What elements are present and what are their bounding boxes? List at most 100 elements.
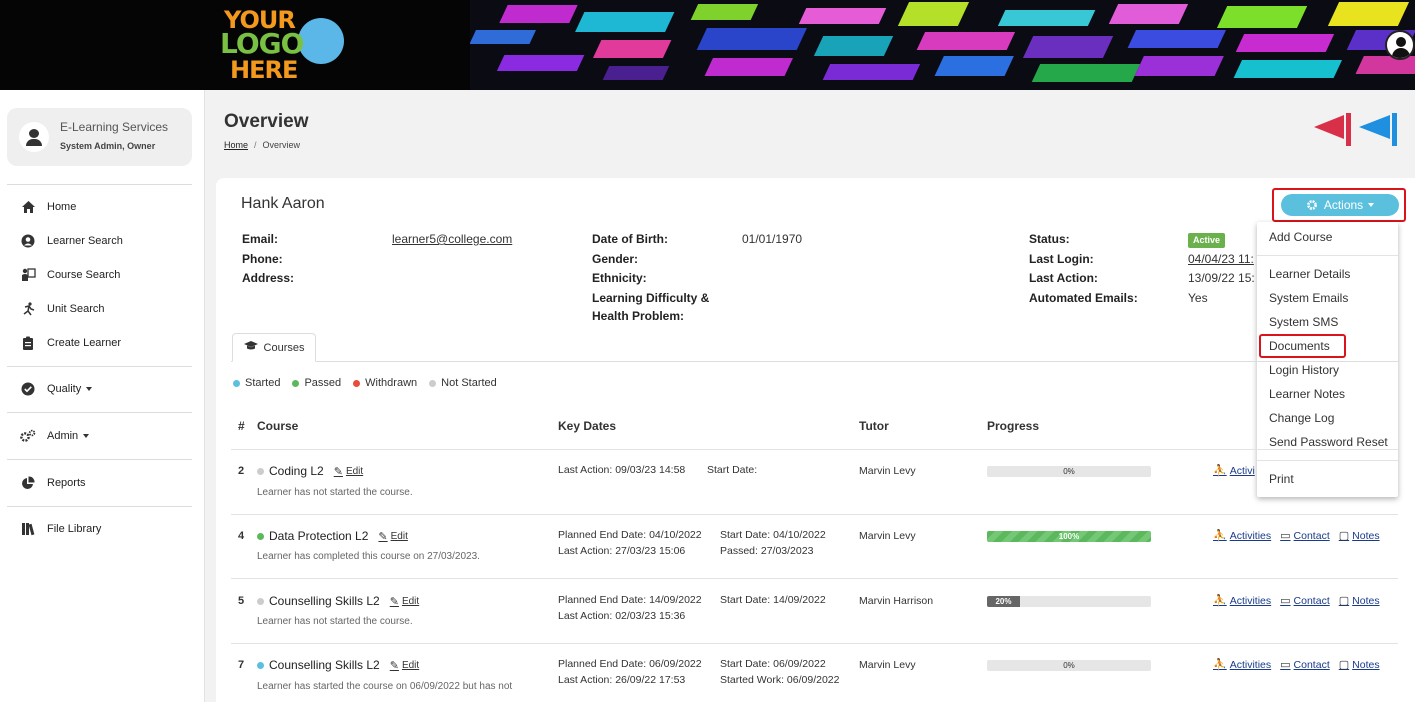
contact-link[interactable]: ▭ Contact [1280,658,1330,672]
sidebar-item-file-library[interactable]: File Library [20,519,101,539]
column-header-tutor: Tutor [859,419,889,433]
sidebar-item-unit-search[interactable]: Unit Search [20,299,104,319]
user-card[interactable]: E-Learning Services System Admin, Owner [7,108,192,166]
menu-item-learner-notes[interactable]: Learner Notes [1269,387,1345,401]
sidebar-item-quality[interactable]: Quality [20,379,93,399]
menu-item-login-history[interactable]: Login History [1269,363,1339,377]
activities-link[interactable]: ⛹ Activities [1213,658,1272,672]
menu-item-system-emails[interactable]: System Emails [1269,291,1348,305]
sidebar-item-create-learner[interactable]: Create Learner [20,333,121,353]
pencil-icon: ✎ [378,530,388,543]
edit-course-button[interactable]: ✎ Edit [378,530,407,543]
menu-item-send-password-reset[interactable]: Send Password Reset [1269,435,1388,449]
activities-link[interactable]: ⛹ Activi [1213,464,1255,478]
row-number: 4 [238,530,245,542]
key-date: Start Date: [707,464,758,476]
sidebar-divider [7,184,192,185]
menu-item-learner-details[interactable]: Learner Details [1269,267,1350,281]
pencil-icon: ✎ [333,465,343,478]
sidebar-item-label: Course Search [47,269,121,281]
contact-link[interactable]: ▭ Contact [1280,594,1330,608]
sidebar: E-Learning Services System Admin, Owner … [0,90,205,702]
tutor-name: Marvin Levy [859,659,916,671]
sidebar-collapse-arrows-icon[interactable] [1312,110,1402,150]
actions-label: Actions [1323,198,1364,212]
last-login-label: Last Login: [1029,251,1094,266]
sidebar-divider [7,506,192,507]
course-title-cell: Data Protection L2 ✎ Edit [257,529,408,543]
edit-label: Edit [345,465,364,477]
learner-name: Hank Aaron [241,195,325,212]
user-avatar-icon[interactable] [1385,30,1415,60]
edit-label: Edit [401,659,420,671]
key-date: Started Work: 06/09/2022 [720,673,840,686]
email-link[interactable]: learner5@college.com [392,232,512,246]
edit-label: Edit [401,595,420,607]
learner-labels-col3: Status: Last Login: Last Action: Automat… [1029,230,1138,308]
chat-icon: ▭ [1280,659,1291,671]
activities-link[interactable]: ⛹ Activities [1213,529,1271,543]
tab-courses[interactable]: Courses [232,333,316,362]
learner-values-col1: learner5@college.com [392,230,512,250]
automated-emails-label: Automated Emails: [1029,290,1138,305]
menu-item-print[interactable]: Print [1269,472,1294,486]
course-title-cell: Counselling Skills L2 ✎ Edit [257,594,419,608]
tutor-name: Marvin Harrison [859,595,934,607]
gender-label: Gender: [592,251,639,266]
sidebar-item-home[interactable]: Home [20,197,76,217]
dob-label: Date of Birth: [592,232,668,246]
logo[interactable]: YOUR LOGO HERE [218,6,358,84]
activities-label: Activities [1229,658,1272,671]
gear-icon [1306,199,1318,211]
notes-link[interactable]: ▢ Notes [1339,658,1380,672]
contact-link[interactable]: ▭ Contact [1280,529,1330,543]
notes-link[interactable]: ▢ Notes [1339,594,1380,608]
key-dates-col2: Start Date: [707,463,757,479]
key-dates-col2: Start Date: 14/09/2022 [720,593,826,609]
running-icon: ⛹ [1213,659,1227,671]
running-icon: ⛹ [1213,465,1227,477]
course-status-dot [257,532,264,540]
edit-course-button[interactable]: ✎ Edit [390,659,419,672]
sidebar-divider [7,412,192,413]
menu-divider [1257,255,1398,256]
logo-circle [298,18,344,64]
menu-item-system-sms[interactable]: System SMS [1269,315,1338,329]
user-icon [19,122,49,152]
sidebar-item-admin[interactable]: Admin [20,426,90,446]
sidebar-item-learner-search[interactable]: Learner Search [20,231,123,251]
activities-link[interactable]: ⛹ Activities [1213,594,1271,608]
sidebar-item-label: Admin [47,430,79,442]
pie-chart-icon [20,475,36,491]
legend-dot [429,379,437,387]
progress-bar: 0% [987,660,1151,671]
key-date: Last Action: 02/03/23 15:36 [558,609,686,622]
user-circle-icon [20,233,36,249]
course-status-dot [257,661,264,669]
menu-item-add-course[interactable]: Add Course [1269,230,1332,244]
chevron-down-icon [86,387,93,391]
course-title-cell: Coding L2 ✎ Edit [257,464,363,478]
menu-item-change-log[interactable]: Change Log [1269,411,1334,425]
sidebar-item-label: Quality [47,383,82,395]
progress-bar: 100% [987,531,1151,542]
address-label: Address: [242,271,295,285]
tutor-name: Marvin Levy [859,530,916,542]
actions-button[interactable]: Actions [1281,194,1399,216]
key-date: Passed: 27/03/2023 [720,544,814,557]
last-login-link[interactable]: 04/04/23 11: [1188,252,1254,266]
sidebar-item-reports[interactable]: Reports [20,473,86,493]
sidebar-item-label: Reports [47,477,86,489]
logo-word-3: HERE [230,56,298,84]
edit-course-button[interactable]: ✎ Edit [334,465,363,478]
notes-link[interactable]: ▢ Notes [1339,529,1380,543]
cogs-icon [20,428,36,444]
learner-labels-col1: Email: Phone: Address: [242,230,294,289]
progress-label: 20% [995,597,1012,606]
phone-label: Phone: [242,251,283,266]
user-name: E-Learning Services [60,120,169,134]
breadcrumb-home-link[interactable]: Home [224,140,248,150]
edit-course-button[interactable]: ✎ Edit [390,595,419,608]
legend-label: Withdrawn [365,377,418,389]
sidebar-item-course-search[interactable]: Course Search [20,265,120,285]
